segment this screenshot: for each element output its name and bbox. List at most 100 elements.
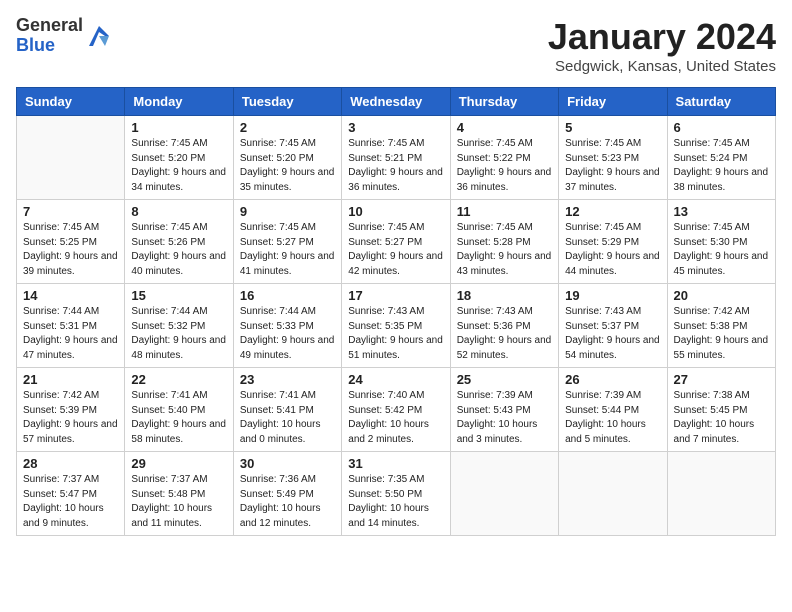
calendar-cell: 15Sunrise: 7:44 AM Sunset: 5:32 PM Dayli…: [125, 284, 233, 368]
day-number: 9: [240, 204, 335, 219]
calendar-cell: 14 Sunrise: 7:44 AM Sunset: 5:31 PM Dayli…: [17, 284, 125, 368]
day-info: Sunrise: 7:37 AM Sunset: 5:47 PM Dayligh…: [23, 473, 118, 531]
day-info: Sunrise: 7:43 AM Sunset: 5:36 PM Dayligh…: [457, 305, 552, 363]
calendar-cell: 27 Sunrise: 7:38 AM Sunset: 5:45 PM Dayli…: [667, 368, 775, 452]
logo-general-text: General: [16, 15, 83, 35]
day-number: 5: [565, 120, 660, 135]
day-info: Sunrise: 7:41 AM Sunset: 5:41 PM Dayligh…: [240, 389, 335, 447]
day-number: 14: [23, 288, 118, 303]
calendar-cell: 4 Sunrise: 7:45 AM Sunset: 5:22 PM Daylig…: [450, 116, 558, 200]
calendar-cell: 13Sunrise: 7:45 AM Sunset: 5:30 PM Dayli…: [667, 200, 775, 284]
calendar-cell: 6 Sunrise: 7:45 AM Sunset: 5:24 PM Daylig…: [667, 116, 775, 200]
day-number: 1: [131, 120, 226, 135]
calendar-week-row: 7Sunrise: 7:45 AM Sunset: 5:25 PM Daylig…: [17, 200, 776, 284]
day-info: Sunrise: 7:45 AM Sunset: 5:21 PM Dayligh…: [348, 137, 443, 195]
calendar-cell: 17 Sunrise: 7:43 AM Sunset: 5:35 PM Dayli…: [342, 284, 450, 368]
calendar-header-row: SundayMondayTuesdayWednesdayThursdayFrid…: [17, 88, 776, 116]
day-info: Sunrise: 7:40 AM Sunset: 5:42 PM Dayligh…: [348, 389, 443, 447]
day-number: 20: [674, 288, 769, 303]
calendar-cell: 28 Sunrise: 7:37 AM Sunset: 5:47 PM Dayli…: [17, 452, 125, 536]
day-number: 4: [457, 120, 552, 135]
location: Sedgwick, Kansas, United States: [548, 58, 776, 75]
calendar-cell: [667, 452, 775, 536]
day-number: 28: [23, 456, 118, 471]
day-info: Sunrise: 7:44 AM Sunset: 5:31 PM Dayligh…: [23, 305, 118, 363]
day-info: Sunrise: 7:44 AM Sunset: 5:33 PM Dayligh…: [240, 305, 335, 363]
calendar-cell: [559, 452, 667, 536]
title-block: January 2024 Sedgwick, Kansas, United St…: [548, 16, 776, 75]
calendar-cell: 9 Sunrise: 7:45 AM Sunset: 5:27 PM Daylig…: [233, 200, 341, 284]
calendar-cell: 30 Sunrise: 7:36 AM Sunset: 5:49 PM Dayli…: [233, 452, 341, 536]
day-info: Sunrise: 7:45 AM Sunset: 5:23 PM Dayligh…: [565, 137, 660, 195]
day-info: Sunrise: 7:39 AM Sunset: 5:43 PM Dayligh…: [457, 389, 552, 447]
column-header-friday: Friday: [559, 88, 667, 116]
calendar-cell: 29 Sunrise: 7:37 AM Sunset: 5:48 PM Dayli…: [125, 452, 233, 536]
day-number: 3: [348, 120, 443, 135]
day-number: 30: [240, 456, 335, 471]
logo-blue-text: Blue: [16, 35, 55, 55]
logo: General Blue: [16, 16, 113, 56]
day-info: Sunrise: 7:38 AM Sunset: 5:45 PM Dayligh…: [674, 389, 769, 447]
day-info: Sunrise: 7:45 AM Sunset: 5:20 PM Dayligh…: [240, 137, 335, 195]
day-info: Sunrise: 7:42 AM Sunset: 5:39 PM Dayligh…: [23, 389, 118, 447]
day-info: Sunrise: 7:35 AM Sunset: 5:50 PM Dayligh…: [348, 473, 443, 531]
calendar-week-row: 21Sunrise: 7:42 AM Sunset: 5:39 PM Dayli…: [17, 368, 776, 452]
day-number: 8: [131, 204, 226, 219]
day-info: Sunrise: 7:45 AM Sunset: 5:29 PM Dayligh…: [565, 221, 660, 279]
day-info: Sunrise: 7:43 AM Sunset: 5:35 PM Dayligh…: [348, 305, 443, 363]
day-number: 22: [131, 372, 226, 387]
calendar-cell: 31 Sunrise: 7:35 AM Sunset: 5:50 PM Dayli…: [342, 452, 450, 536]
calendar-cell: 22 Sunrise: 7:41 AM Sunset: 5:40 PM Dayli…: [125, 368, 233, 452]
day-info: Sunrise: 7:45 AM Sunset: 5:27 PM Dayligh…: [348, 221, 443, 279]
day-number: 11: [457, 204, 552, 219]
calendar-cell: 7Sunrise: 7:45 AM Sunset: 5:25 PM Daylig…: [17, 200, 125, 284]
day-info: Sunrise: 7:36 AM Sunset: 5:49 PM Dayligh…: [240, 473, 335, 531]
calendar-cell: 18 Sunrise: 7:43 AM Sunset: 5:36 PM Dayli…: [450, 284, 558, 368]
calendar-cell: 16 Sunrise: 7:44 AM Sunset: 5:33 PM Dayli…: [233, 284, 341, 368]
day-info: Sunrise: 7:45 AM Sunset: 5:22 PM Dayligh…: [457, 137, 552, 195]
day-number: 19: [565, 288, 660, 303]
calendar-week-row: 1 Sunrise: 7:45 AM Sunset: 5:20 PM Daylig…: [17, 116, 776, 200]
day-info: Sunrise: 7:45 AM Sunset: 5:27 PM Dayligh…: [240, 221, 335, 279]
calendar-week-row: 28 Sunrise: 7:37 AM Sunset: 5:47 PM Dayli…: [17, 452, 776, 536]
calendar-cell: 26Sunrise: 7:39 AM Sunset: 5:44 PM Dayli…: [559, 368, 667, 452]
calendar-cell: 23Sunrise: 7:41 AM Sunset: 5:41 PM Dayli…: [233, 368, 341, 452]
day-info: Sunrise: 7:37 AM Sunset: 5:48 PM Dayligh…: [131, 473, 226, 531]
calendar-cell: 21Sunrise: 7:42 AM Sunset: 5:39 PM Dayli…: [17, 368, 125, 452]
calendar-week-row: 14 Sunrise: 7:44 AM Sunset: 5:31 PM Dayli…: [17, 284, 776, 368]
day-info: Sunrise: 7:45 AM Sunset: 5:30 PM Dayligh…: [674, 221, 769, 279]
day-number: 16: [240, 288, 335, 303]
calendar-cell: 20 Sunrise: 7:42 AM Sunset: 5:38 PM Dayli…: [667, 284, 775, 368]
day-number: 27: [674, 372, 769, 387]
day-info: Sunrise: 7:41 AM Sunset: 5:40 PM Dayligh…: [131, 389, 226, 447]
column-header-tuesday: Tuesday: [233, 88, 341, 116]
day-number: 25: [457, 372, 552, 387]
day-number: 12: [565, 204, 660, 219]
calendar-cell: 12 Sunrise: 7:45 AM Sunset: 5:29 PM Dayli…: [559, 200, 667, 284]
column-header-monday: Monday: [125, 88, 233, 116]
day-number: 24: [348, 372, 443, 387]
logo-icon: [85, 22, 113, 50]
calendar-cell: 2 Sunrise: 7:45 AM Sunset: 5:20 PM Daylig…: [233, 116, 341, 200]
calendar-cell: 11 Sunrise: 7:45 AM Sunset: 5:28 PM Dayli…: [450, 200, 558, 284]
day-info: Sunrise: 7:45 AM Sunset: 5:28 PM Dayligh…: [457, 221, 552, 279]
month-title: January 2024: [548, 16, 776, 58]
day-info: Sunrise: 7:44 AM Sunset: 5:32 PM Dayligh…: [131, 305, 226, 363]
calendar-cell: 8Sunrise: 7:45 AM Sunset: 5:26 PM Daylig…: [125, 200, 233, 284]
day-number: 6: [674, 120, 769, 135]
calendar-cell: 25 Sunrise: 7:39 AM Sunset: 5:43 PM Dayli…: [450, 368, 558, 452]
day-number: 17: [348, 288, 443, 303]
day-info: Sunrise: 7:42 AM Sunset: 5:38 PM Dayligh…: [674, 305, 769, 363]
page-header: General Blue January 2024 Sedgwick, Kans…: [16, 16, 776, 75]
calendar-cell: 19Sunrise: 7:43 AM Sunset: 5:37 PM Dayli…: [559, 284, 667, 368]
column-header-wednesday: Wednesday: [342, 88, 450, 116]
day-number: 29: [131, 456, 226, 471]
day-info: Sunrise: 7:45 AM Sunset: 5:24 PM Dayligh…: [674, 137, 769, 195]
calendar-cell: 3 Sunrise: 7:45 AM Sunset: 5:21 PM Daylig…: [342, 116, 450, 200]
day-number: 18: [457, 288, 552, 303]
day-number: 31: [348, 456, 443, 471]
day-number: 2: [240, 120, 335, 135]
day-info: Sunrise: 7:45 AM Sunset: 5:20 PM Dayligh…: [131, 137, 226, 195]
day-info: Sunrise: 7:39 AM Sunset: 5:44 PM Dayligh…: [565, 389, 660, 447]
calendar-cell: [450, 452, 558, 536]
